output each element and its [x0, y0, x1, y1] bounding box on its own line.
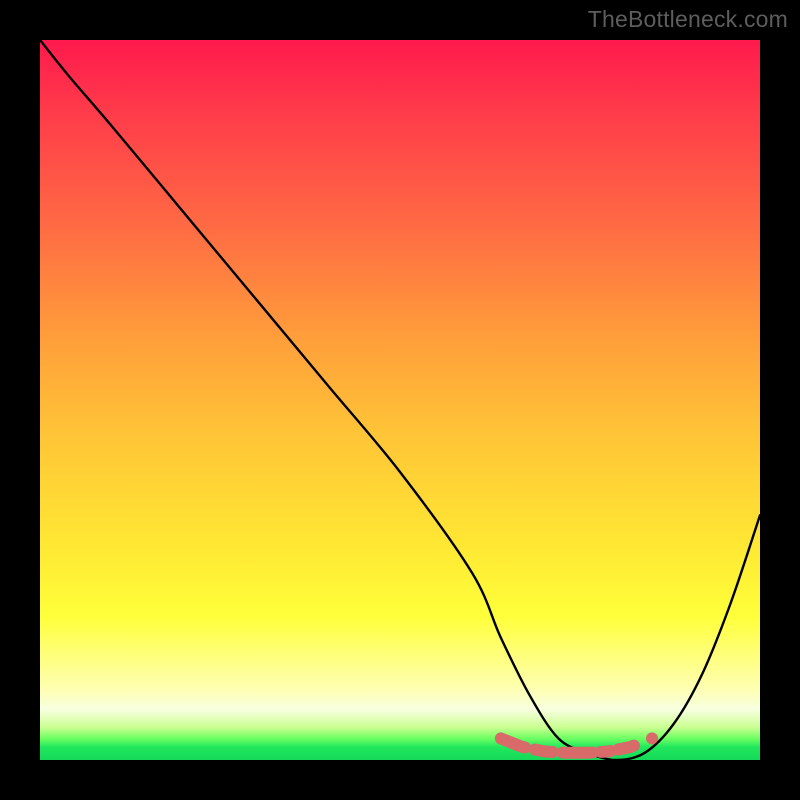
- watermark-text: TheBottleneck.com: [588, 6, 788, 33]
- bottleneck-curve: [40, 40, 760, 760]
- plot-area: [40, 40, 760, 760]
- curve-layer: [40, 40, 760, 760]
- optimal-range-end-dot: [646, 732, 658, 744]
- optimal-range-band: [501, 738, 652, 752]
- optimal-range-markers: [501, 732, 658, 752]
- chart-frame: TheBottleneck.com: [0, 0, 800, 800]
